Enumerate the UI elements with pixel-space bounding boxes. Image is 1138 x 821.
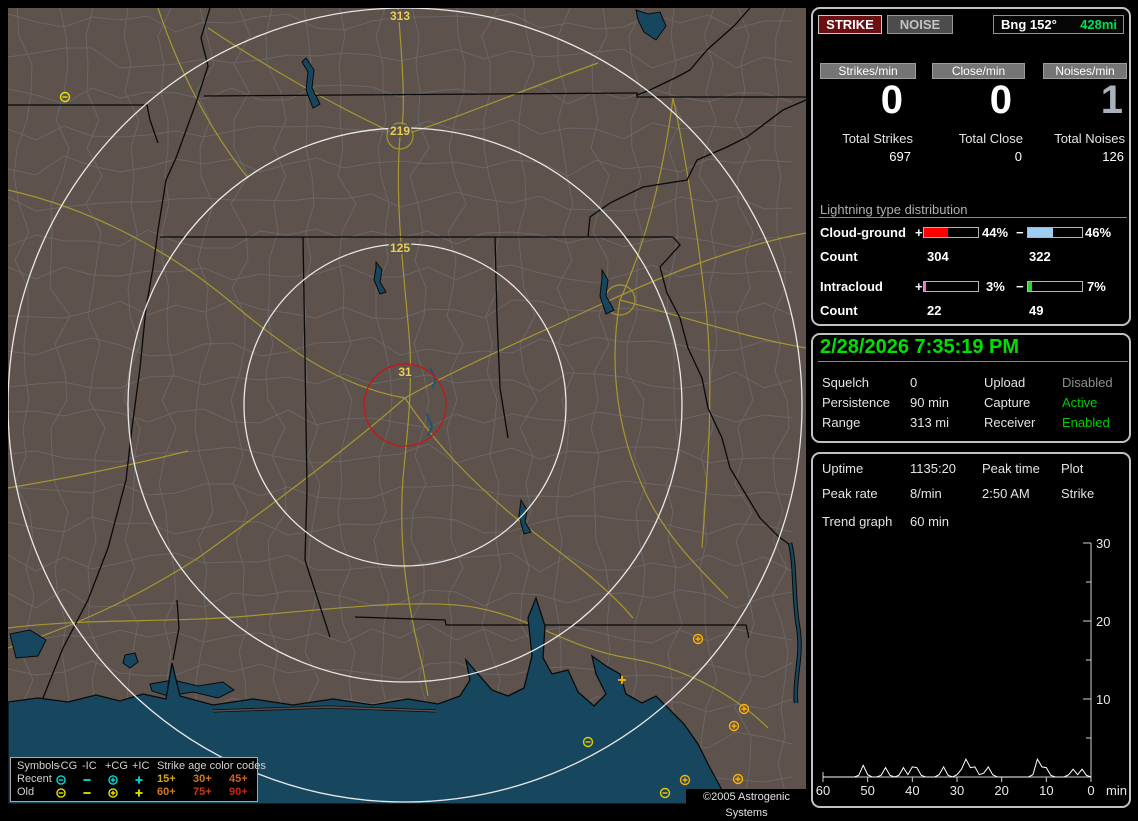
total-strikes-value: 697 [889,149,911,164]
legend-recent-ages: 15+ 30+ 45+ [11,773,257,785]
cloud-ground-label: Cloud-ground [820,225,906,240]
close-per-min-label: Close/min [932,63,1025,79]
legend-col-cg-pos: +CG [105,760,128,772]
lightning-map[interactable]: 313 219 125 31 [8,8,806,804]
trend-line [823,757,1092,778]
trend-axes [822,543,1092,778]
total-noises-value: 126 [1102,149,1124,164]
age-code-90: 90+ [229,786,248,798]
cg-plus-pct: 44% [982,225,1009,240]
cg-count-label: Count [820,249,858,264]
ic-plus-bar [923,281,979,292]
receiver-label: Receiver [984,415,1036,430]
strikes-per-min-label: Strikes/min [820,63,916,79]
age-code-45: 45+ [229,773,248,785]
range-label: Range [822,415,861,430]
legend-col-ic-neg: -IC [82,760,97,772]
persistence-value: 90 min [910,395,950,410]
noises-per-min-label: Noises/min [1043,63,1127,79]
datetime-display: 2/28/2026 7:35:19 PM [820,336,1020,358]
age-code-30: 30+ [193,773,212,785]
noises-per-min-value: 1 [1100,78,1123,122]
x-axis-unit: min [1106,783,1127,798]
total-close-label: Total Close [958,131,1023,146]
capture-status: Active [1062,395,1098,410]
ic-plus-pct: 3% [986,279,1005,294]
persistence-label: Persistence [822,395,890,410]
trend-graph: 10 20 30 60 50 40 30 20 10 0 min [816,536,1127,798]
y-tick-label: 10 [1096,692,1110,707]
total-close-value: 0 [1014,149,1022,164]
x-tick-label: 50 [860,783,874,798]
total-noises-label: Total Noises [1054,131,1125,146]
symbol-legend: Symbols -CG -IC +CG +IC Strike age color… [10,757,266,802]
legend-old-ages: 60+ 75+ 90+ [11,786,257,798]
y-tick-label: 30 [1096,536,1110,551]
distribution-title: Lightning type distribution [820,202,968,217]
legend-col-cg-neg: -CG [57,760,78,772]
ring-label-219: 219 [390,124,410,138]
cg-plus-count: 304 [927,249,949,264]
ic-minus-count: 49 [1029,303,1044,318]
noise-mode-button[interactable]: NOISE [887,15,953,34]
ring-label-31: 31 [398,365,412,379]
squelch-value: 0 [910,375,918,390]
bearing-badge: Bng 152° 428mi [993,15,1124,34]
cg-plus-bar [923,227,979,238]
ic-minus-sign: − [1016,279,1024,294]
upload-label: Upload [984,375,1026,390]
ring-label-125: 125 [390,241,410,255]
bearing-label: Bng 152° [1001,17,1057,32]
age-code-60: 60+ [157,786,176,798]
ic-plus-count: 22 [927,303,942,318]
close-per-min-value: 0 [989,78,1012,122]
cg-minus-pct: 46% [1085,225,1112,240]
ic-minus-pct: 7% [1087,279,1106,294]
total-strikes-label: Total Strikes [842,131,913,146]
receiver-status: Enabled [1062,415,1110,430]
cg-minus-sign: − [1016,225,1024,240]
x-tick-label: 30 [950,783,964,798]
legend-col-ic-pos: +IC [132,760,150,772]
distribution-divider [819,217,1127,218]
age-code-75: 75+ [193,786,212,798]
intracloud-label: Intracloud [820,279,883,294]
status-divider [818,361,1128,362]
x-tick-label: 20 [994,783,1008,798]
range-value: 313 mi [910,415,950,430]
age-code-15: 15+ [157,773,176,785]
cg-plus-sign: + [915,225,923,240]
ic-count-label: Count [820,303,858,318]
upload-status: Disabled [1062,375,1113,390]
ring-label-313: 313 [390,9,410,23]
x-tick-label: 40 [905,783,919,798]
ic-minus-bar [1027,281,1083,292]
y-tick-label: 20 [1096,614,1110,629]
x-tick-label: 60 [816,783,830,798]
ic-plus-sign: + [915,279,923,294]
legend-symbols-header: Symbols [17,760,60,772]
squelch-label: Squelch [822,375,869,390]
capture-label: Capture [984,395,1031,410]
x-tick-label: 0 [1087,783,1094,798]
copyright-bar: ©2005 Astrogenic Systems [686,789,807,819]
cg-minus-count: 322 [1029,249,1051,264]
x-tick-label: 10 [1039,783,1053,798]
legend-age-title: Strike age color codes [157,760,266,772]
strike-mode-button[interactable]: STRIKE [818,15,882,34]
bearing-distance: 428mi [1080,17,1117,32]
strikes-per-min-value: 0 [880,78,903,122]
cg-minus-bar [1027,227,1083,238]
